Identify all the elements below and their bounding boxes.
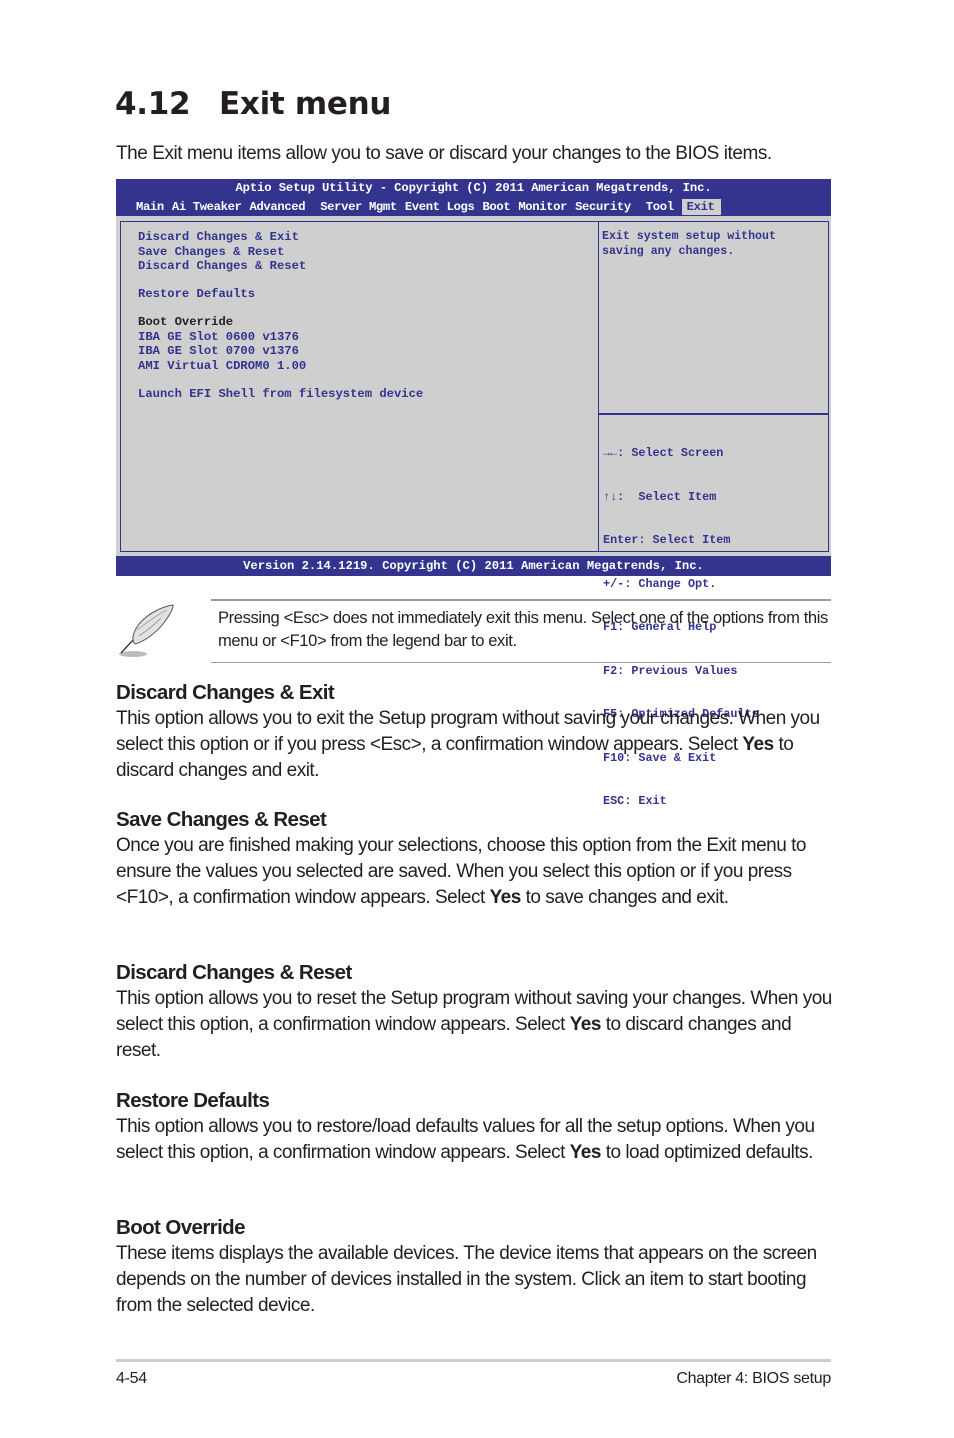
feather-pen-icon [113, 602, 179, 660]
menu-item-boot-device[interactable]: IBA GE Slot 0600 v1376 [138, 330, 423, 345]
menu-item-launch-efi-shell[interactable]: Launch EFI Shell from filesystem device [138, 387, 423, 402]
bios-title: Aptio Setup Utility - Copyright (C) 2011… [235, 181, 712, 195]
tab-monitor[interactable]: Monitor [518, 200, 567, 214]
tab-advanced[interactable]: Advanced [250, 200, 306, 214]
tab-main[interactable]: Main [136, 200, 164, 214]
note-text: Pressing <Esc> does not immediately exit… [218, 608, 828, 650]
bios-menu-panel: Discard Changes & Exit Save Changes & Re… [120, 221, 598, 552]
legend-select-screen: →←: Select Screen [603, 446, 724, 460]
menu-item-discard-changes-reset[interactable]: Discard Changes & Reset [138, 259, 423, 274]
menu-item-discard-changes-exit[interactable]: Discard Changes & Exit [138, 230, 423, 245]
chapter-label: Chapter 4: BIOS setup [676, 1370, 831, 1387]
section-heading: Boot Override [116, 1216, 246, 1239]
bios-header: Aptio Setup Utility - Copyright (C) 2011… [116, 179, 831, 216]
tab-security[interactable]: Security [575, 200, 631, 214]
boot-override-label: Boot Override [138, 315, 234, 329]
note-divider-top [211, 599, 831, 601]
tab-event-logs[interactable]: Event Logs [405, 200, 475, 214]
tab-tool[interactable]: Tool [646, 200, 674, 214]
bios-legend-panel: →←: Select Screen ↑↓: Select Item Enter:… [598, 414, 829, 808]
section-boot-override: Boot Override These items displays the a… [116, 1215, 836, 1319]
section-body: These items displays the available devic… [116, 1243, 817, 1316]
bios-footer: Version 2.14.1219. Copyright (C) 2011 Am… [116, 556, 831, 576]
tab-ai-tweaker[interactable]: Ai Tweaker [172, 200, 242, 214]
bios-tab-bar: Main Ai Tweaker Advanced Server Mgmt Eve… [136, 198, 729, 215]
menu-item-save-changes-reset[interactable]: Save Changes & Reset [138, 245, 423, 260]
page-title: 4.12 Exit menu [115, 86, 391, 122]
bios-screen: Aptio Setup Utility - Copyright (C) 2011… [116, 179, 831, 808]
section-body: This option allows you to reset the Setu… [116, 988, 832, 1061]
tab-server-mgmt[interactable]: Server Mgmt [320, 200, 397, 214]
section-heading: Save Changes & Reset [116, 808, 327, 831]
legend-change-opt: +/-: Change Opt. [603, 576, 717, 591]
legend-enter: Enter: Select Item [603, 533, 731, 547]
page-number: 4-54 [116, 1370, 147, 1387]
note-divider-bottom [211, 662, 831, 663]
help-line: Exit system setup without [602, 230, 776, 243]
help-line: saving any changes. [602, 245, 735, 258]
section-heading: Restore Defaults [116, 1089, 270, 1112]
section-discard-changes-reset: Discard Changes & Reset This option allo… [116, 960, 836, 1064]
menu-item-restore-defaults[interactable]: Restore Defaults [138, 287, 423, 302]
section-body: This option allows you to restore/load d… [116, 1116, 815, 1163]
section-body: Once you are finished making your select… [116, 835, 806, 908]
menu-item-boot-device[interactable]: IBA GE Slot 0700 v1376 [138, 344, 423, 359]
section-body: This option allows you to exit the Setup… [116, 708, 820, 781]
section-restore-defaults: Restore Defaults This option allows you … [116, 1088, 836, 1166]
section-heading: Discard Changes & Exit [116, 681, 335, 704]
tab-boot[interactable]: Boot [482, 200, 510, 214]
section-save-changes-reset: Save Changes & Reset Once you are finish… [116, 807, 836, 911]
section-heading: Discard Changes & Reset [116, 961, 352, 984]
tab-exit[interactable]: Exit [681, 198, 721, 215]
bios-menu-list: Discard Changes & Exit Save Changes & Re… [138, 230, 423, 401]
help-text: Exit system setup without saving any chan… [602, 229, 776, 259]
legend-select-item: ↑↓: Select Item [603, 489, 717, 504]
intro-paragraph: The Exit menu items allow you to save or… [116, 143, 772, 164]
footer-divider [116, 1359, 831, 1362]
section-discard-changes-exit: Discard Changes & Exit This option allow… [116, 680, 836, 784]
menu-item-boot-device[interactable]: AMI Virtual CDROM0 1.00 [138, 359, 423, 374]
bios-help-panel: Exit system setup without saving any chan… [598, 221, 829, 414]
section-title: Exit menu [219, 86, 392, 122]
legend-f2: F2: Previous Values [603, 663, 738, 678]
section-number: 4.12 [115, 86, 191, 122]
